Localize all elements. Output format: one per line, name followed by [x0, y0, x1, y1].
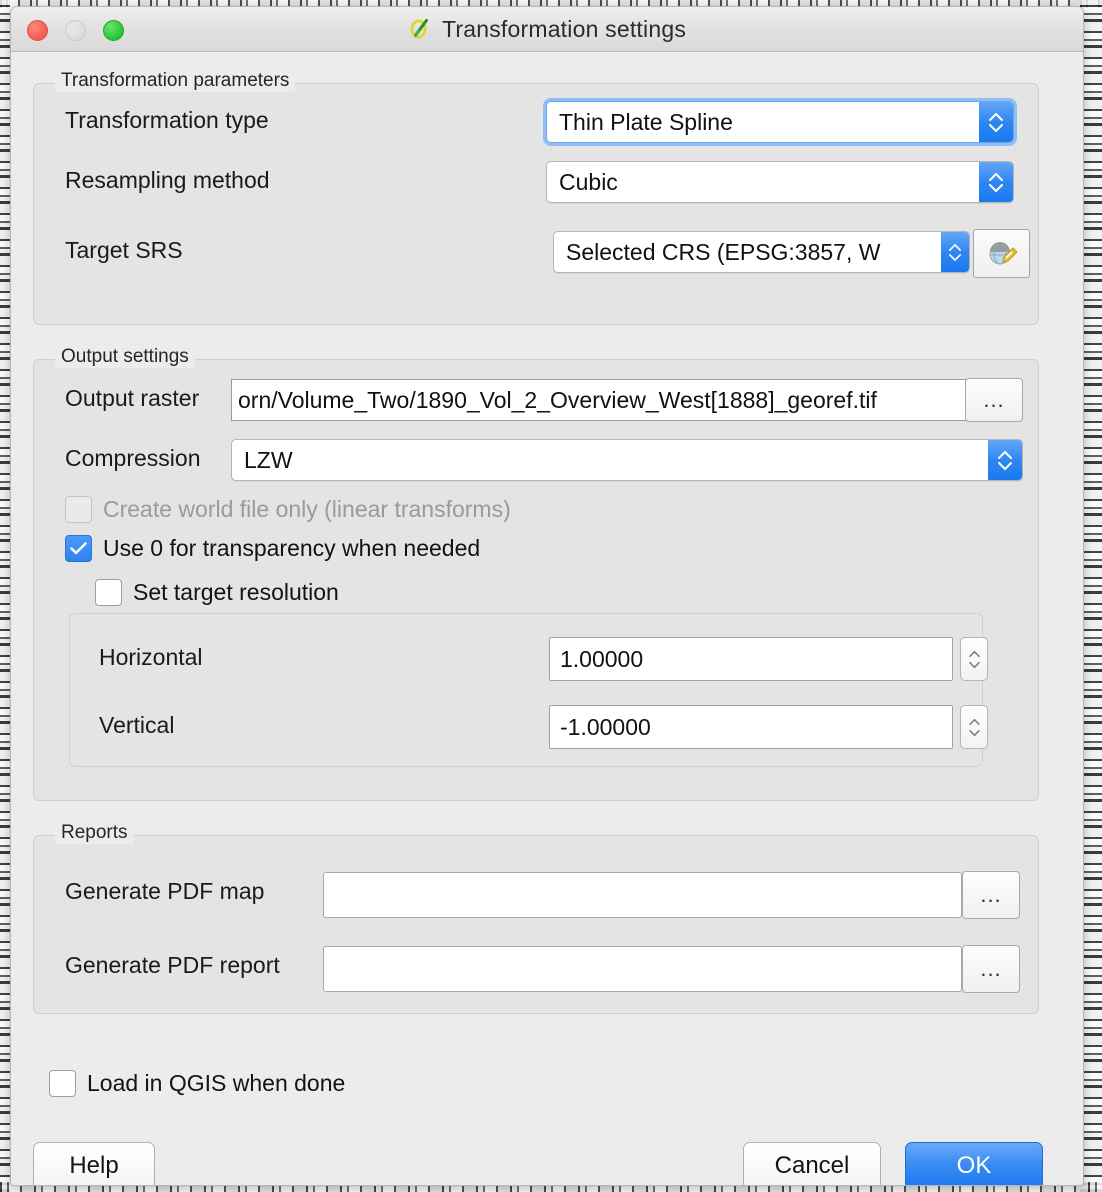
pdf-report-browse-button[interactable]: ...	[962, 945, 1020, 993]
chevron-up-icon	[989, 112, 1003, 121]
vertical-label: Vertical	[99, 712, 175, 738]
chevron-up-icon	[949, 243, 961, 251]
horizontal-spinbox[interactable]: 1.00000	[549, 637, 988, 681]
reports-content: Generate PDF map ... Generate PDF report…	[33, 835, 1039, 1014]
create-world-file-label: Create world file only (linear transform…	[103, 496, 511, 522]
resampling-method-value: Cubic	[559, 168, 618, 195]
chevron-up-icon	[968, 650, 980, 657]
desktop-background-left	[0, 0, 10, 1192]
output-settings-group: Output settings Output raster orn/Volume…	[33, 346, 1039, 801]
output-settings-label: Output settings	[55, 346, 195, 368]
transformation-settings-dialog: Transformation settings Transformation p…	[10, 6, 1084, 1186]
pdf-map-row: Generate PDF map	[65, 878, 264, 905]
load-in-qgis-checkbox[interactable]	[49, 1070, 76, 1097]
chevron-up-icon	[989, 172, 1003, 181]
compression-label: Compression	[65, 445, 201, 471]
target-srs-combobox[interactable]: Selected CRS (EPSG:3857, W	[553, 231, 970, 273]
transformation-parameters-label: Transformation parameters	[55, 70, 296, 92]
reports-group: Reports Generate PDF map ... Generate PD…	[33, 822, 1039, 1014]
qgis-icon	[410, 19, 428, 39]
horizontal-stepper[interactable]	[960, 637, 988, 681]
dialog-body: Transformation parameters Transformation…	[11, 52, 1083, 1185]
set-target-resolution-checkbox-row[interactable]: Set target resolution	[95, 579, 339, 606]
transformation-type-stepper[interactable]	[979, 102, 1013, 142]
target-srs-label: Target SRS	[65, 237, 183, 263]
horizontal-row: Horizontal	[99, 644, 203, 671]
ok-button[interactable]: OK	[905, 1142, 1043, 1185]
pdf-report-input[interactable]	[323, 946, 962, 992]
output-settings-content: Output raster orn/Volume_Two/1890_Vol_2_…	[33, 359, 1039, 801]
horizontal-label: Horizontal	[99, 644, 203, 670]
transformation-type-combobox[interactable]: Thin Plate Spline	[543, 98, 1017, 146]
chevron-down-icon	[949, 253, 961, 261]
create-world-file-checkbox[interactable]	[65, 496, 92, 523]
target-srs-row: Target SRS	[65, 237, 183, 264]
vertical-row: Vertical	[99, 712, 174, 739]
transformation-parameters-content: Transformation type Thin Plate Spline Re…	[33, 83, 1039, 325]
chevron-down-icon	[998, 461, 1012, 470]
checkmark-icon	[70, 542, 87, 555]
pdf-map-input[interactable]	[323, 872, 962, 918]
select-crs-button[interactable]	[973, 229, 1030, 278]
target-srs-stepper[interactable]	[941, 232, 969, 272]
title-container: Transformation settings	[11, 7, 1083, 51]
globe-pencil-icon	[989, 241, 1018, 265]
resampling-method-label: Resampling method	[65, 167, 270, 193]
chevron-up-icon	[998, 450, 1012, 459]
screen: Transformation settings Transformation p…	[0, 0, 1102, 1192]
output-raster-label: Output raster	[65, 385, 200, 411]
target-srs-value: Selected CRS (EPSG:3857, W	[566, 238, 881, 265]
pdf-report-row: Generate PDF report	[65, 952, 280, 979]
load-in-qgis-checkbox-row[interactable]: Load in QGIS when done	[49, 1070, 345, 1097]
compression-stepper[interactable]	[988, 440, 1022, 480]
transformation-type-row: Transformation type	[65, 107, 269, 134]
vertical-spinbox[interactable]: -1.00000	[549, 705, 988, 749]
use-zero-transparency-checkbox[interactable]	[65, 535, 92, 562]
window-title: Transformation settings	[441, 15, 687, 42]
compression-combobox[interactable]: LZW	[231, 439, 1023, 481]
chevron-down-icon	[989, 123, 1003, 132]
pdf-map-label: Generate PDF map	[65, 878, 265, 904]
resampling-method-stepper[interactable]	[979, 162, 1013, 202]
output-raster-input[interactable]: orn/Volume_Two/1890_Vol_2_Overview_West[…	[231, 379, 967, 421]
compression-value: LZW	[244, 446, 293, 473]
use-zero-transparency-checkbox-row[interactable]: Use 0 for transparency when needed	[65, 535, 480, 562]
output-raster-browse-button[interactable]: ...	[965, 378, 1023, 422]
set-target-resolution-checkbox[interactable]	[95, 579, 122, 606]
output-raster-row: Output raster	[65, 385, 199, 412]
title-bar: Transformation settings	[11, 7, 1083, 52]
create-world-file-checkbox-row[interactable]: Create world file only (linear transform…	[65, 496, 511, 523]
cancel-button[interactable]: Cancel	[743, 1142, 881, 1185]
chevron-down-icon	[968, 661, 980, 668]
chevron-up-icon	[968, 718, 980, 725]
set-target-resolution-label: Set target resolution	[133, 579, 339, 605]
use-zero-transparency-label: Use 0 for transparency when needed	[103, 535, 481, 561]
vertical-stepper[interactable]	[960, 705, 988, 749]
transformation-parameters-group: Transformation parameters Transformation…	[33, 70, 1039, 325]
pdf-map-browse-button[interactable]: ...	[962, 871, 1020, 919]
transformation-type-value: Thin Plate Spline	[559, 108, 733, 135]
compression-row: Compression	[65, 445, 201, 472]
horizontal-value[interactable]: 1.00000	[549, 637, 953, 681]
resampling-method-row: Resampling method	[65, 167, 270, 194]
help-button[interactable]: Help	[33, 1142, 155, 1185]
transformation-type-label: Transformation type	[65, 107, 269, 133]
reports-label: Reports	[55, 822, 134, 844]
vertical-value[interactable]: -1.00000	[549, 705, 953, 749]
pdf-report-label: Generate PDF report	[65, 952, 280, 978]
load-in-qgis-label: Load in QGIS when done	[87, 1070, 346, 1096]
chevron-down-icon	[989, 183, 1003, 192]
resampling-method-combobox[interactable]: Cubic	[546, 161, 1014, 203]
chevron-down-icon	[968, 729, 980, 736]
